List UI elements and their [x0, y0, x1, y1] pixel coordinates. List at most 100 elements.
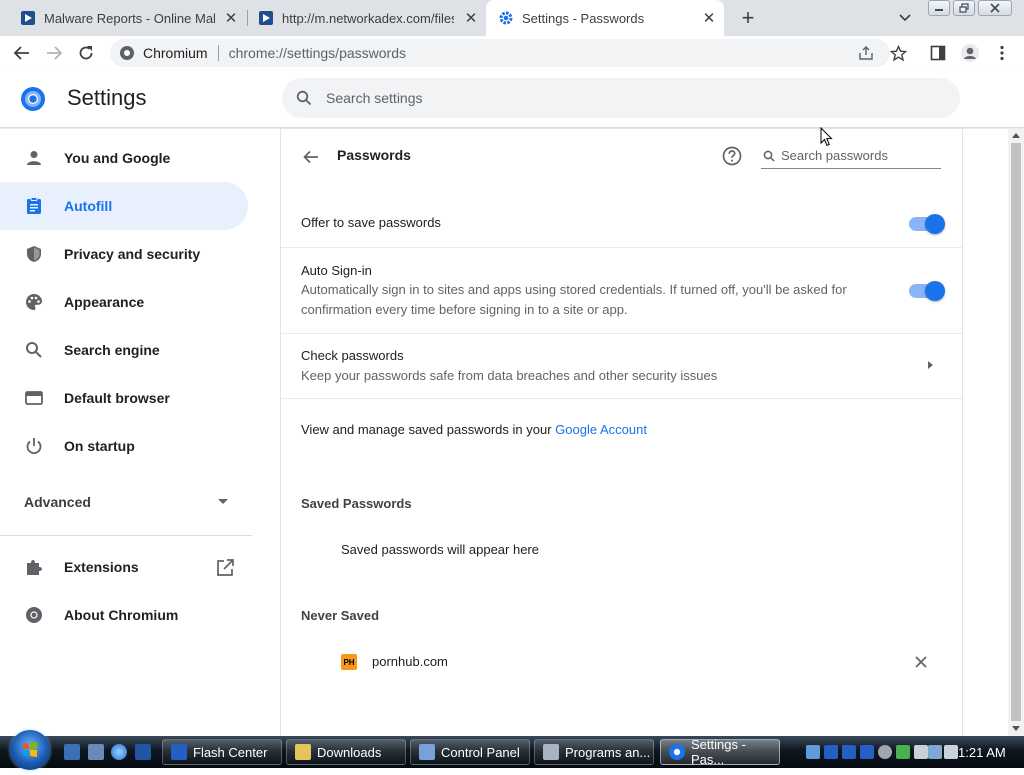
settings-search-input[interactable]	[326, 90, 926, 106]
share-button[interactable]	[854, 41, 878, 65]
nav-extensions[interactable]: Extensions	[0, 543, 248, 591]
menu-button[interactable]	[990, 41, 1014, 65]
chromium-icon	[23, 604, 45, 626]
back-button[interactable]	[299, 145, 323, 169]
internet-explorer-icon[interactable]	[111, 744, 127, 760]
site-label: Chromium	[143, 45, 208, 61]
open-in-new-icon[interactable]	[215, 558, 235, 578]
restore-button[interactable]	[953, 0, 975, 16]
show-desktop-icon[interactable]	[64, 744, 80, 760]
volume-muted-icon[interactable]	[944, 745, 958, 759]
bookmark-button[interactable]	[886, 41, 910, 65]
browser-toolbar: Chromium chrome://settings/passwords	[0, 36, 1024, 70]
omnibox-separator	[217, 45, 219, 61]
tab-title: Malware Reports - Online Malwa	[44, 10, 216, 26]
settings-sidebar: You and Google Autofill Privacy and secu…	[0, 129, 260, 736]
back-button[interactable]	[10, 41, 34, 65]
nav-label: Search engine	[64, 342, 160, 358]
close-tab-icon[interactable]: ✕	[700, 9, 718, 27]
offer-to-save-toggle[interactable]	[909, 214, 945, 234]
nav-about-chromium[interactable]: About Chromium	[0, 591, 248, 639]
switch-windows-icon[interactable]	[88, 744, 104, 760]
chevron-right-icon[interactable]	[928, 361, 933, 369]
clock[interactable]: 1:21 AM	[958, 745, 1006, 760]
nav-default-browser[interactable]: Default browser	[0, 374, 248, 422]
nav-autofill[interactable]: Autofill	[0, 182, 248, 230]
chromium-icon	[669, 744, 685, 760]
tray-app-icon[interactable]	[896, 745, 910, 759]
reload-button[interactable]	[74, 41, 98, 65]
taskbar-label: Control Panel	[441, 744, 520, 760]
close-window-button[interactable]	[978, 0, 1012, 16]
site-favicon: PH	[341, 654, 357, 670]
scroll-down-arrow[interactable]	[1012, 726, 1020, 731]
settings-search[interactable]	[282, 78, 960, 118]
nav-on-startup[interactable]: On startup	[0, 422, 248, 470]
toggle-knob	[925, 214, 945, 234]
tray-app-icon[interactable]	[914, 745, 928, 759]
nav-search-engine[interactable]: Search engine	[0, 326, 248, 374]
saved-passwords-heading: Saved Passwords	[301, 496, 412, 511]
password-search-input[interactable]	[781, 148, 931, 163]
taskbar-flash-center[interactable]: Flash Center	[162, 739, 282, 765]
minimize-button[interactable]	[928, 0, 950, 16]
side-panel-button[interactable]	[926, 41, 950, 65]
taskbar-settings-passwords[interactable]: Settings - Pas...	[660, 737, 780, 767]
never-saved-site: pornhub.com	[372, 654, 448, 669]
password-search[interactable]	[761, 143, 941, 169]
nav-appearance[interactable]: Appearance	[0, 278, 248, 326]
tab-networkadex[interactable]: http://m.networkadex.com/files4 ✕	[248, 0, 486, 36]
nav-label: Privacy and security	[64, 246, 201, 262]
never-saved-item: PH pornhub.com	[281, 644, 962, 680]
tab-malware-reports[interactable]: Malware Reports - Online Malwa ✕	[8, 0, 246, 36]
manage-passwords-text: View and manage saved passwords in your …	[301, 422, 647, 437]
tab-strip: Malware Reports - Online Malwa ✕ http://…	[0, 0, 1024, 36]
flash-icon[interactable]	[842, 745, 856, 759]
tray-app-icon[interactable]	[806, 745, 820, 759]
address-bar[interactable]: Chromium chrome://settings/passwords	[110, 39, 890, 67]
flash-icon	[171, 744, 187, 760]
search-icon	[23, 339, 45, 361]
tab-search-button[interactable]	[895, 8, 915, 28]
chromium-logo-icon	[21, 87, 45, 111]
taskbar-control-panel[interactable]: Control Panel	[410, 739, 530, 765]
auto-signin-toggle[interactable]	[909, 281, 945, 301]
nav-label: About Chromium	[64, 607, 179, 623]
tab-title: Settings - Passwords	[522, 10, 645, 26]
flash-icon[interactable]	[860, 745, 874, 759]
tray-app-icon[interactable]	[878, 745, 892, 759]
network-icon[interactable]	[928, 745, 942, 759]
profile-button[interactable]	[958, 41, 982, 65]
google-account-link[interactable]: Google Account	[555, 422, 647, 437]
taskbar-downloads[interactable]: Downloads	[286, 739, 406, 765]
scroll-thumb[interactable]	[1011, 143, 1021, 721]
taskbar-programs[interactable]: Programs an...	[534, 739, 654, 765]
nav-label: On startup	[64, 438, 135, 454]
check-passwords-row[interactable]: Check passwords Keep your passwords safe…	[281, 333, 962, 398]
flash-icon[interactable]	[824, 745, 838, 759]
new-tab-button[interactable]: +	[736, 5, 760, 30]
passwords-card: Passwords Offer to save passwords Auto S…	[281, 129, 962, 736]
advanced-toggle[interactable]: Advanced	[24, 494, 91, 510]
offer-to-save-row[interactable]: Offer to save passwords	[281, 191, 962, 247]
nav-label: Appearance	[64, 294, 145, 310]
start-button[interactable]	[10, 730, 50, 770]
close-tab-icon[interactable]: ✕	[222, 9, 240, 27]
tab-settings-passwords[interactable]: Settings - Passwords ✕	[486, 0, 724, 36]
nav-privacy-and-security[interactable]: Privacy and security	[0, 230, 248, 278]
close-icon	[990, 3, 1000, 13]
forward-button[interactable]	[42, 41, 66, 65]
sidebar-divider	[0, 535, 252, 536]
caret-down-icon[interactable]	[218, 499, 228, 504]
remove-exception-button[interactable]	[911, 652, 931, 672]
nav-you-and-google[interactable]: You and Google	[0, 134, 248, 182]
flash-icon[interactable]	[135, 744, 151, 760]
close-tab-icon[interactable]: ✕	[462, 9, 480, 27]
auto-signin-row[interactable]: Auto Sign-in Automatically sign in to si…	[281, 247, 962, 333]
avatar-icon	[961, 44, 979, 62]
page-scrollbar[interactable]	[1008, 129, 1024, 736]
scroll-up-arrow[interactable]	[1012, 133, 1020, 138]
search-icon	[761, 148, 777, 164]
help-icon[interactable]	[721, 145, 743, 167]
nav-label: Extensions	[64, 559, 139, 575]
